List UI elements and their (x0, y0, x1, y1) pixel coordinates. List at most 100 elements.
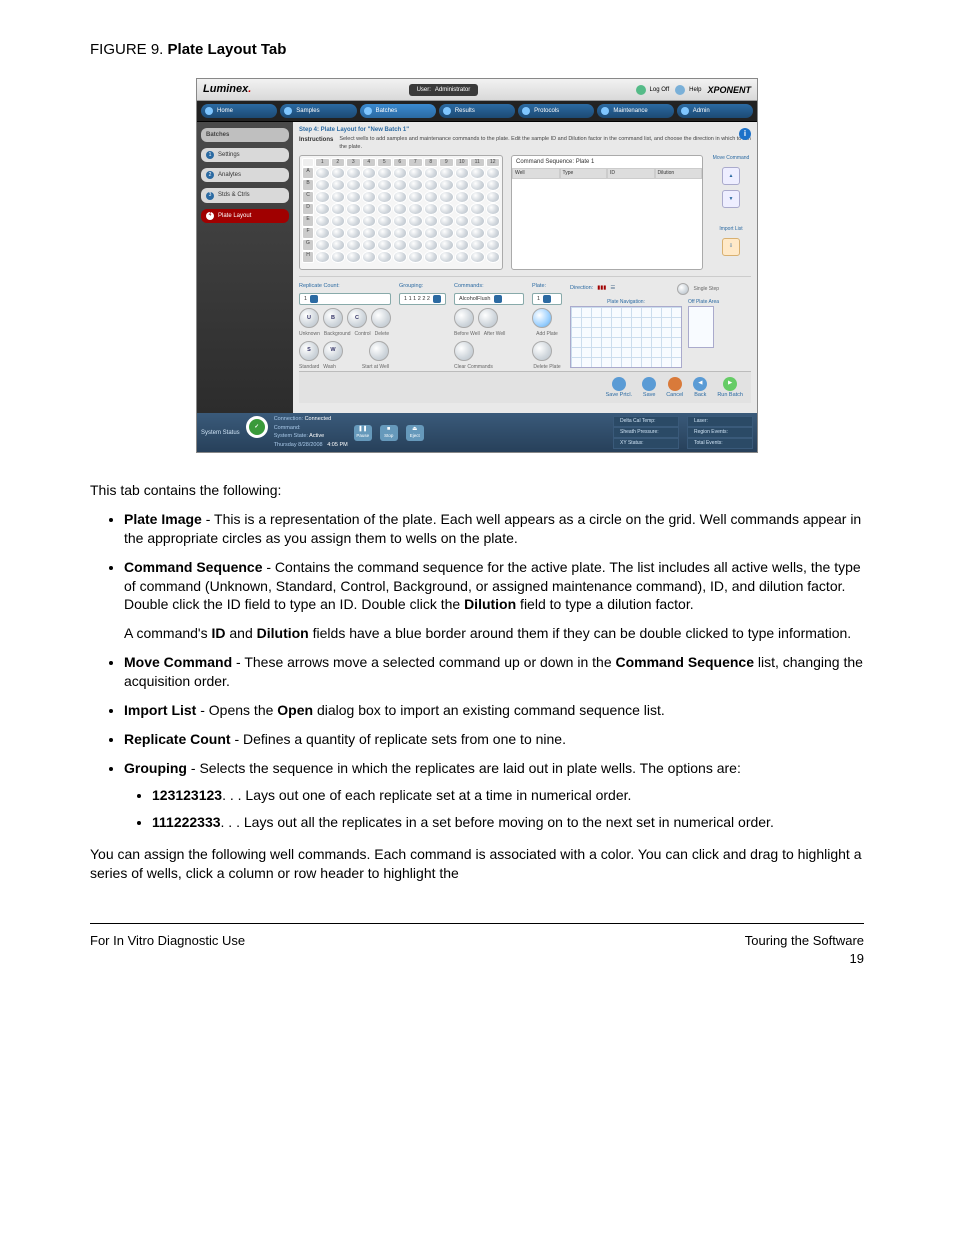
page-number: 19 (745, 950, 864, 968)
commands-label: Commands: (454, 283, 524, 290)
wash-button[interactable]: W (323, 341, 343, 361)
add-plate-button[interactable] (532, 308, 552, 328)
sidebar: Batches 1Settings 2Analytes 3Stds & Ctrl… (197, 122, 293, 413)
arrow-up-icon: ▲ (729, 173, 734, 180)
col-id[interactable]: ID (607, 168, 655, 179)
status-label: System Status (201, 429, 240, 437)
arrow-down-icon: ▼ (729, 196, 734, 203)
figure-caption: FIGURE 9. Plate Layout Tab (90, 40, 864, 60)
help-icon (675, 85, 685, 95)
tab-results[interactable]: Results (439, 104, 515, 118)
feature-list: Plate Image - This is a representation o… (90, 510, 864, 832)
side-buttons: Move Command ▲ ▼ Import List ⇩ (711, 155, 751, 270)
screenshot: Luminex. User: Administrator Log Off Hel… (90, 78, 864, 453)
plate-nav-grid[interactable] (570, 306, 682, 368)
commands-select[interactable]: AlcoholFlush (454, 293, 524, 305)
tab-maintenance[interactable]: Maintenance (597, 104, 673, 118)
replicate-select[interactable]: 1 (299, 293, 391, 305)
unknown-button[interactable]: U (299, 308, 319, 328)
control-button[interactable]: C (347, 308, 367, 328)
figure-label: FIGURE 9. (90, 41, 163, 58)
plate-label: Plate: (532, 283, 562, 290)
plate-group: Plate: 1 Add Plate Delete Plate (532, 283, 562, 371)
tab-protocols[interactable]: Protocols (518, 104, 594, 118)
delete-button[interactable] (371, 308, 391, 328)
col-type[interactable]: Type (560, 168, 608, 179)
step-header: Step 4: Plate Layout for "New Batch 1" (299, 126, 751, 134)
footer-actions: Save Prtcl. Save Cancel ◀Back ▶Run Batch (299, 371, 751, 403)
startat-button[interactable] (369, 341, 389, 361)
tab-admin[interactable]: Admin (677, 104, 753, 118)
eject-button[interactable]: ⏏Eject (406, 425, 424, 441)
back-icon: ◀ (693, 377, 707, 391)
import-list-button[interactable]: ⇩ (722, 238, 740, 256)
off-plate-area[interactable] (688, 306, 714, 348)
sheath-pressure: Sheath Pressure: (613, 427, 679, 438)
list-item: 123123123. . . Lays out one of each repl… (152, 786, 864, 805)
play-icon: ▶ (723, 377, 737, 391)
delete-plate-button[interactable] (532, 341, 552, 361)
after-well-button[interactable] (478, 308, 498, 328)
sidebar-item-stds-ctrls[interactable]: 3Stds & Ctrls (201, 188, 289, 202)
back-button[interactable]: ◀Back (693, 377, 707, 399)
seq-title: Command Sequence: Plate 1 (512, 156, 702, 168)
run-batch-button[interactable]: ▶Run Batch (717, 377, 743, 399)
standard-button[interactable]: S (299, 341, 319, 361)
grouping-select[interactable]: 1 1 1 2 2 2 (399, 293, 446, 305)
results-icon (443, 107, 451, 115)
user-value: Administrator (435, 86, 470, 94)
logoff-button[interactable]: Log Off (636, 85, 670, 95)
samples-icon (284, 107, 292, 115)
background-button[interactable]: B (323, 308, 343, 328)
xy-status: XY Status: (613, 438, 679, 449)
sidebar-header[interactable]: Batches (201, 128, 289, 142)
tab-samples[interactable]: Samples (280, 104, 356, 118)
replicate-group: Replicate Count: 1 U B C Unknown Backgro… (299, 283, 391, 371)
single-step-toggle[interactable] (677, 283, 689, 295)
seq-body[interactable] (512, 179, 702, 269)
app-body: Batches 1Settings 2Analytes 3Stds & Ctrl… (197, 122, 757, 413)
lower-controls: Replicate Count: 1 U B C Unknown Backgro… (299, 276, 751, 371)
lead-text: This tab contains the following: (90, 481, 864, 500)
cancel-icon (668, 377, 682, 391)
tab-home[interactable]: Home (201, 104, 277, 118)
total-events: Total Events: (687, 438, 753, 449)
pause-button[interactable]: ❚❚Pause (354, 425, 372, 441)
sidebar-item-settings[interactable]: 1Settings (201, 148, 289, 162)
col-dilution[interactable]: Dilution (655, 168, 703, 179)
plate-image[interactable]: 123456789101112ABCDEFGH (299, 155, 503, 270)
brand-logo: Luminex. (203, 82, 251, 97)
plate-select[interactable]: 1 (532, 293, 562, 305)
status-ok-icon: ✓ (246, 416, 268, 438)
replicate-label: Replicate Count: (299, 283, 391, 290)
direction-vert-icon[interactable]: ▮▮▮ (597, 285, 606, 292)
before-well-button[interactable] (454, 308, 474, 328)
list-item: Command Sequence - Contains the command … (124, 558, 864, 644)
help-button[interactable]: Help (675, 85, 701, 95)
user-chip: User: Administrator (409, 84, 479, 96)
admin-icon (681, 107, 689, 115)
grouping-group: Grouping: 1 1 1 2 2 2 (399, 283, 446, 371)
batches-icon (364, 107, 372, 115)
delta-cal-temp: Delta Cal Temp: (613, 416, 679, 427)
eject-icon: ⏏ (412, 426, 417, 433)
sidebar-item-plate-layout[interactable]: 4Plate Layout (201, 209, 289, 223)
save-protocol-button[interactable]: Save Prtcl. (606, 377, 633, 399)
move-up-button[interactable]: ▲ (722, 167, 740, 185)
col-well[interactable]: Well (512, 168, 560, 179)
save-button[interactable]: Save (642, 377, 656, 399)
instructions-text: Select wells to add samples and maintena… (339, 136, 751, 151)
stop-button[interactable]: ■Stop (380, 425, 398, 441)
list-item: Grouping - Selects the sequence in which… (124, 759, 864, 832)
sidebar-item-analytes[interactable]: 2Analytes (201, 168, 289, 182)
cancel-button[interactable]: Cancel (666, 377, 683, 399)
main-pane: i Step 4: Plate Layout for "New Batch 1"… (293, 122, 757, 413)
tab-batches[interactable]: Batches (360, 104, 436, 118)
move-down-button[interactable]: ▼ (722, 190, 740, 208)
direction-horiz-icon[interactable]: ☰ (610, 285, 615, 292)
seq-headers: Well Type ID Dilution (512, 168, 702, 179)
pause-icon: ❚❚ (358, 426, 367, 433)
maintenance-icon (601, 107, 609, 115)
clear-commands-button[interactable] (454, 341, 474, 361)
laser: Laser: (687, 416, 753, 427)
